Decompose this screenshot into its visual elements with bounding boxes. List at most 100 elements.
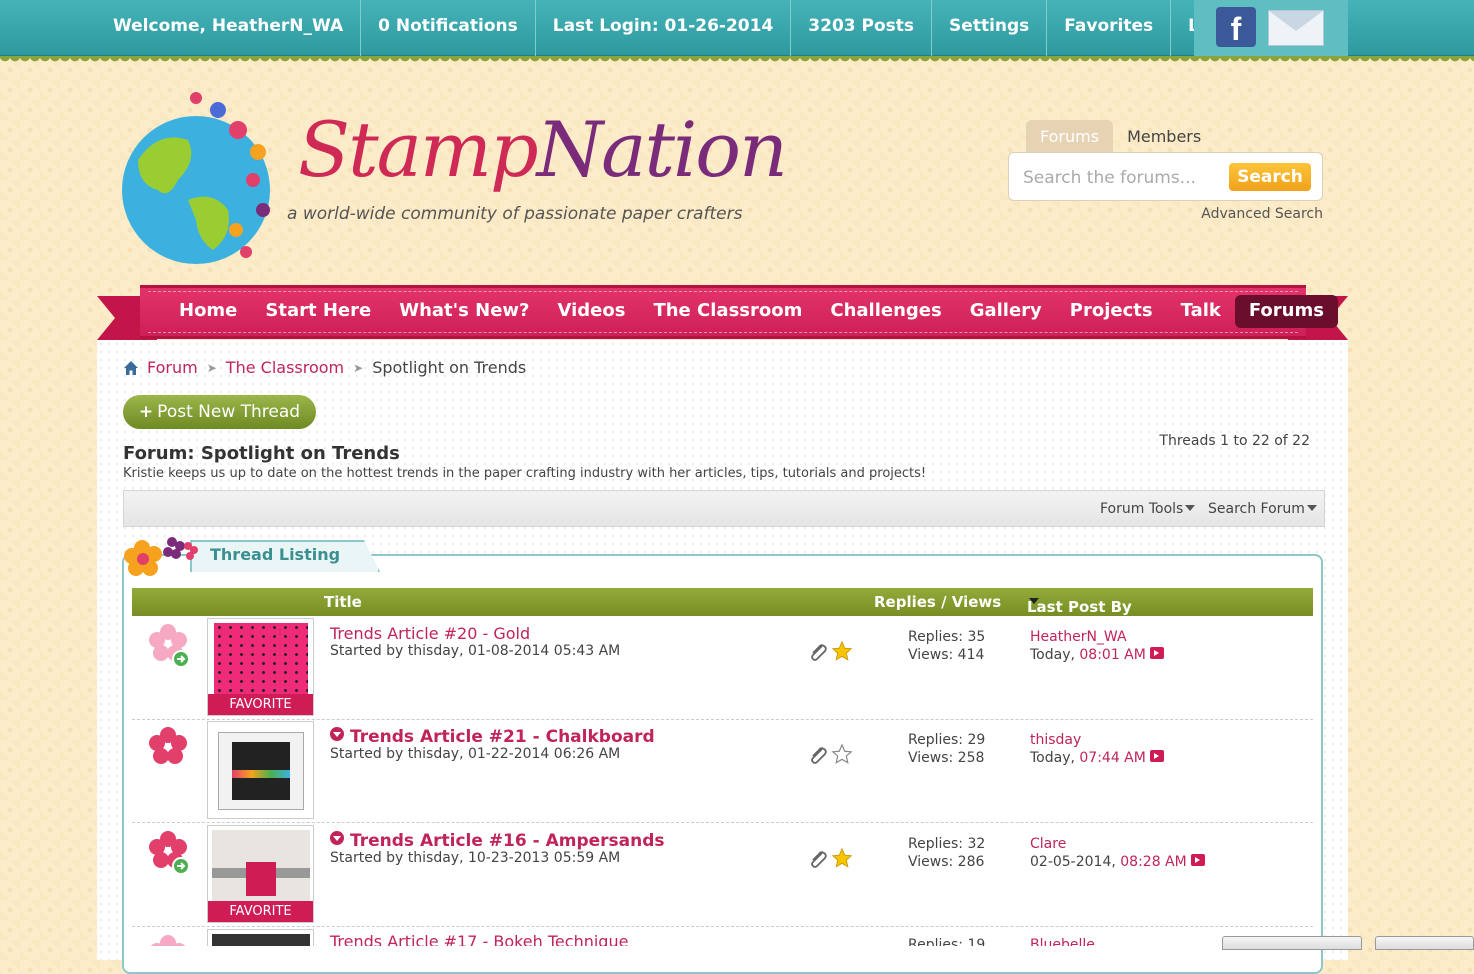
advanced-search-link[interactable]: Advanced Search bbox=[1180, 206, 1323, 222]
last-post-user-link[interactable]: Clare bbox=[1030, 835, 1205, 853]
star-outline-icon[interactable] bbox=[831, 743, 853, 765]
nav-the-classroom[interactable]: The Classroom bbox=[639, 295, 816, 328]
social-links: f bbox=[1194, 0, 1348, 56]
go-to-last-post-icon[interactable] bbox=[1149, 750, 1164, 762]
breadcrumb-forum[interactable]: Forum bbox=[147, 358, 198, 377]
paperclip-icon bbox=[811, 747, 827, 764]
go-to-last-post-icon[interactable] bbox=[1149, 647, 1164, 659]
thread-status-flower-icon bbox=[150, 935, 186, 946]
nav-gallery[interactable]: Gallery bbox=[956, 295, 1056, 328]
bottom-toolbar-button[interactable] bbox=[1222, 936, 1362, 950]
last-post-info: Clare 02-05-2014, 08:28 AM bbox=[1030, 835, 1205, 871]
globe-logo-icon[interactable] bbox=[118, 90, 278, 265]
thread-thumbnail[interactable]: FAVORITE bbox=[207, 825, 314, 923]
favorite-badge: FAVORITE bbox=[208, 901, 313, 922]
nav-start-here[interactable]: Start Here bbox=[251, 295, 385, 328]
forum-tools-menu[interactable]: Forum Tools bbox=[1100, 501, 1196, 517]
thread-thumbnail[interactable] bbox=[207, 929, 314, 946]
thread-title-link[interactable]: Trends Article #21 - Chalkboard bbox=[330, 727, 655, 747]
site-tagline: a world-wide community of passionate pap… bbox=[287, 204, 743, 224]
last-post-info: Bluebelle bbox=[1030, 936, 1095, 946]
flowers-decoration-icon bbox=[124, 537, 198, 576]
search-tab-members[interactable]: Members bbox=[1113, 120, 1215, 153]
search-tabs: Forums Members bbox=[1026, 120, 1215, 153]
thread-stats: Replies: 19 bbox=[908, 937, 986, 946]
thread-row: Trends Article #21 - Chalkboard Started … bbox=[132, 719, 1313, 823]
last-post-time: 08:01 AM bbox=[1079, 647, 1146, 663]
search-input[interactable] bbox=[1021, 165, 1231, 191]
thread-title-link[interactable]: Trends Article #17 - Bokeh Technique bbox=[330, 932, 628, 946]
col-title[interactable]: Title bbox=[324, 593, 362, 611]
bottom-toolbar-button[interactable] bbox=[1375, 936, 1474, 950]
sort-arrow-icon bbox=[1029, 598, 1039, 604]
welcome-link[interactable]: Welcome, HeatherN_WA bbox=[96, 0, 362, 56]
last-post-user-link[interactable]: HeatherN_WA bbox=[1030, 628, 1164, 646]
nav-talk[interactable]: Talk bbox=[1167, 295, 1235, 328]
thread-row: FAVORITE Trends Article #16 - Ampersands… bbox=[132, 823, 1313, 927]
star-filled-icon[interactable] bbox=[831, 640, 853, 662]
last-post-user-link[interactable]: Bluebelle bbox=[1030, 936, 1095, 946]
thread-starter: Started by thisday, 01-22-2014 06:26 AM bbox=[330, 746, 621, 762]
paperclip-icon bbox=[811, 851, 827, 868]
thread-thumbnail[interactable] bbox=[207, 721, 314, 819]
forum-title: Forum: Spotlight on Trends bbox=[123, 443, 400, 464]
plus-icon: + bbox=[138, 402, 154, 422]
col-replies-views[interactable]: Replies / Views bbox=[874, 593, 1001, 611]
breadcrumb-current: Spotlight on Trends bbox=[372, 358, 527, 377]
breadcrumb: Forum ➤ The Classroom ➤ Spotlight on Tre… bbox=[123, 358, 526, 377]
search-forum-menu[interactable]: Search Forum bbox=[1208, 501, 1317, 517]
site-logo[interactable]: StampNation bbox=[298, 105, 788, 194]
main-nav: Home Start Here What's New? Videos The C… bbox=[165, 295, 1338, 328]
thread-title-link[interactable]: Trends Article #16 - Ampersands bbox=[330, 831, 665, 851]
go-to-last-post-icon[interactable] bbox=[1190, 854, 1205, 866]
dropdown-arrow-icon bbox=[1306, 505, 1317, 511]
thread-starter: Started by thisday, 10-23-2013 05:59 AM bbox=[330, 850, 621, 866]
last-post-time: 08:28 AM bbox=[1120, 854, 1187, 870]
unread-icon[interactable] bbox=[330, 831, 344, 845]
email-icon[interactable] bbox=[1268, 10, 1324, 46]
posts-link[interactable]: 3203 Posts bbox=[791, 0, 933, 56]
nav-projects[interactable]: Projects bbox=[1056, 295, 1167, 328]
unread-icon[interactable] bbox=[330, 727, 344, 741]
facebook-icon[interactable]: f bbox=[1216, 7, 1256, 47]
last-post-info: HeatherN_WA Today, 08:01 AM bbox=[1030, 628, 1164, 664]
thread-title-link[interactable]: Trends Article #20 - Gold bbox=[330, 624, 530, 643]
thread-thumbnail[interactable]: FAVORITE bbox=[207, 618, 314, 716]
scalloped-border bbox=[0, 56, 1474, 66]
thread-listing-label: Thread Listing bbox=[210, 545, 341, 564]
thread-starter: Started by thisday, 01-08-2014 05:43 AM bbox=[330, 643, 621, 659]
last-post-time: 07:44 AM bbox=[1079, 750, 1146, 766]
thread-row: FAVORITE Trends Article #20 - Gold Start… bbox=[132, 616, 1313, 720]
home-icon[interactable] bbox=[123, 360, 139, 376]
search-box: Search bbox=[1008, 152, 1323, 201]
dropdown-arrow-icon bbox=[1185, 505, 1196, 511]
thread-status-flower-icon bbox=[149, 727, 187, 764]
post-new-thread-button[interactable]: + Post New Thread bbox=[123, 395, 316, 429]
breadcrumb-separator-icon: ➤ bbox=[353, 360, 364, 375]
favorites-link[interactable]: Favorites bbox=[1047, 0, 1172, 56]
top-user-bar: Welcome, HeatherN_WA 0 Notifications Las… bbox=[0, 0, 1474, 56]
thread-row: Trends Article #17 - Bokeh Technique Rep… bbox=[132, 927, 1313, 946]
nav-videos[interactable]: Videos bbox=[544, 295, 640, 328]
threads-count: Threads 1 to 22 of 22 bbox=[1159, 433, 1310, 449]
star-filled-icon[interactable] bbox=[831, 847, 853, 869]
thread-stats: Replies: 32 Views: 286 bbox=[908, 836, 986, 870]
nav-home[interactable]: Home bbox=[165, 295, 251, 328]
last-login-text: Last Login: 01-26-2014 bbox=[536, 0, 792, 56]
settings-link[interactable]: Settings bbox=[932, 0, 1048, 56]
last-post-user-link[interactable]: thisday bbox=[1030, 731, 1164, 749]
search-button[interactable]: Search bbox=[1229, 163, 1311, 191]
breadcrumb-classroom[interactable]: The Classroom bbox=[226, 358, 344, 377]
forum-description: Kristie keeps us up to date on the hotte… bbox=[123, 466, 927, 481]
favorite-badge: FAVORITE bbox=[208, 694, 313, 715]
thread-table-header: Title Replies / Views Last Post By bbox=[132, 588, 1313, 616]
notifications-link[interactable]: 0 Notifications bbox=[361, 0, 536, 56]
search-tab-forums[interactable]: Forums bbox=[1026, 120, 1114, 153]
thread-status-flower-icon bbox=[149, 624, 190, 668]
nav-challenges[interactable]: Challenges bbox=[816, 295, 955, 328]
forum-tools-bar: Forum Tools Search Forum bbox=[123, 490, 1325, 527]
paperclip-icon bbox=[811, 644, 827, 661]
breadcrumb-separator-icon: ➤ bbox=[206, 360, 217, 375]
nav-whats-new[interactable]: What's New? bbox=[385, 295, 543, 328]
nav-forums[interactable]: Forums bbox=[1234, 295, 1338, 328]
